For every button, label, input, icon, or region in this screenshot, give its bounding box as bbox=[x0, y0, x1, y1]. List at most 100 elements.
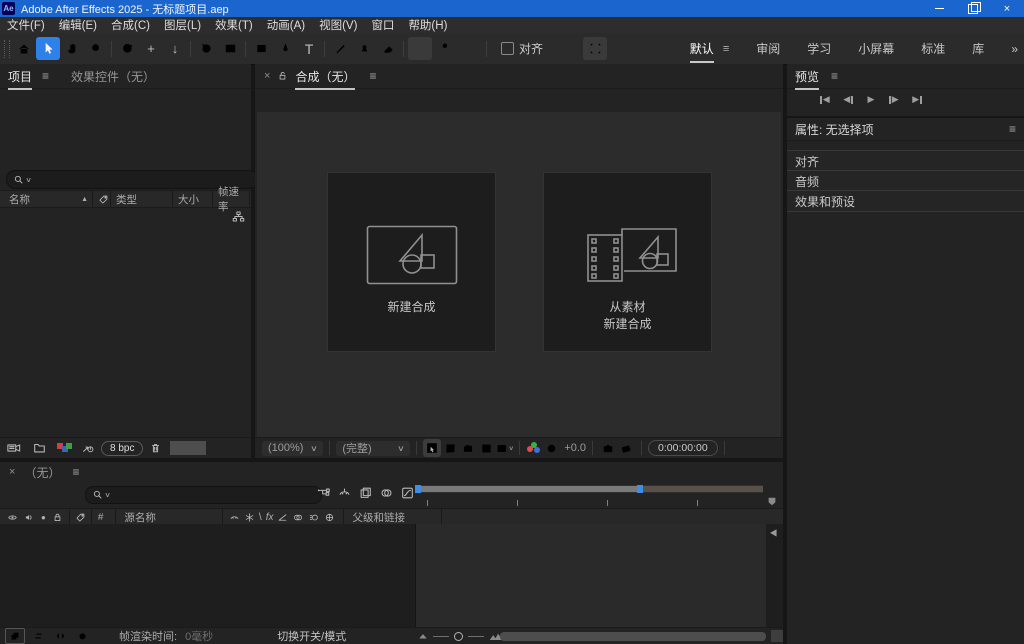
audio-icon[interactable] bbox=[23, 512, 35, 523]
zoom-slider-knob[interactable] bbox=[454, 632, 463, 641]
clone-stamp-tool[interactable] bbox=[352, 37, 376, 60]
snapshot-button[interactable] bbox=[599, 439, 617, 457]
toolbar-grip[interactable] bbox=[4, 40, 10, 58]
expand-layer-switches-button[interactable] bbox=[5, 628, 25, 644]
parent-link-column[interactable]: 父级和链接 bbox=[352, 510, 405, 525]
interpret-footage-button[interactable] bbox=[6, 441, 22, 455]
effects-switch-icon[interactable]: fx bbox=[266, 512, 274, 523]
tab-timeline[interactable]: （无） bbox=[24, 464, 60, 481]
rotation-tool[interactable] bbox=[194, 37, 218, 60]
snap-checkbox[interactable] bbox=[501, 42, 514, 55]
expand-render-time-button[interactable] bbox=[73, 629, 91, 643]
exposure-button[interactable] bbox=[542, 439, 560, 457]
label-column-icon[interactable] bbox=[75, 512, 86, 523]
snap-label[interactable]: 对齐 bbox=[519, 40, 543, 57]
collapse-transformations-icon[interactable] bbox=[244, 512, 255, 523]
trash-button[interactable] bbox=[149, 441, 162, 455]
pan-camera-tool[interactable]: + bbox=[139, 37, 163, 60]
project-settings-button[interactable] bbox=[57, 442, 72, 455]
rectangle-tool[interactable] bbox=[249, 37, 273, 60]
workspace-menu-icon[interactable]: ≡ bbox=[723, 43, 729, 55]
new-composition-card[interactable]: 新建合成 bbox=[327, 172, 496, 352]
restore-button[interactable] bbox=[956, 0, 990, 17]
column-frame-rate[interactable]: 帧速率 bbox=[212, 191, 250, 207]
camera-tool[interactable] bbox=[218, 37, 242, 60]
shrink-ui-button[interactable] bbox=[559, 37, 583, 60]
menu-view[interactable]: 视图(V) bbox=[312, 17, 364, 33]
shy-layers-button[interactable] bbox=[337, 486, 352, 500]
column-type[interactable]: 类型 bbox=[110, 191, 172, 207]
project-search-input[interactable] bbox=[31, 173, 205, 187]
timeline-panel-menu-icon[interactable]: ≡ bbox=[72, 465, 79, 479]
hand-tool[interactable] bbox=[60, 37, 84, 60]
previous-frame-button[interactable]: ◀ bbox=[840, 92, 856, 107]
menu-effect[interactable]: 效果(T) bbox=[208, 17, 260, 33]
rasterize-icon[interactable]: \ bbox=[259, 512, 262, 523]
preview-panel-menu-icon[interactable]: ≡ bbox=[831, 69, 838, 83]
properties-menu-icon[interactable]: ≡ bbox=[1009, 122, 1016, 136]
workspace-tab-default[interactable]: 默认 bbox=[690, 40, 714, 57]
toggle-switches-modes-button[interactable]: 切换开关/模式 bbox=[277, 628, 346, 644]
timeline-tab-close-icon[interactable]: × bbox=[9, 466, 15, 478]
threed-switch-icon[interactable] bbox=[324, 512, 335, 523]
selection-tool[interactable] bbox=[36, 37, 60, 60]
eraser-tool[interactable] bbox=[376, 37, 400, 60]
project-flowchart-icon[interactable] bbox=[232, 210, 245, 223]
collapse-arrow-icon[interactable] bbox=[766, 526, 779, 539]
motion-blur-switch-icon[interactable] bbox=[308, 512, 320, 523]
unlock-icon[interactable] bbox=[277, 70, 288, 82]
menu-edit[interactable]: 编辑(E) bbox=[52, 17, 104, 33]
solo-icon[interactable]: ● bbox=[41, 513, 46, 522]
expand-in-out-button[interactable] bbox=[51, 629, 69, 643]
effects-presets-panel-bar[interactable]: 效果和预设 bbox=[787, 190, 1024, 212]
view-axis-mode-button[interactable] bbox=[456, 37, 480, 60]
horizontal-scrollbar[interactable] bbox=[500, 632, 766, 641]
menu-window[interactable]: 窗口 bbox=[364, 17, 401, 33]
minimize-button[interactable] bbox=[922, 0, 956, 17]
tab-preview[interactable]: 预览 bbox=[795, 68, 819, 85]
expand-transfer-controls-button[interactable] bbox=[29, 629, 47, 643]
dolly-camera-tool[interactable]: ↓ bbox=[163, 37, 187, 60]
timeline-zoom-slider[interactable] bbox=[418, 632, 503, 641]
column-name[interactable]: 名称 ▲ bbox=[4, 191, 92, 207]
magnification-dropdown[interactable]: (100%)∨ bbox=[262, 441, 323, 456]
comp-tab-close-icon[interactable]: × bbox=[264, 70, 270, 82]
workspace-tab-standard[interactable]: 标准 bbox=[921, 40, 945, 57]
new-folder-button[interactable] bbox=[32, 441, 47, 455]
resolution-dropdown[interactable]: (完整)∨ bbox=[336, 441, 410, 456]
menu-layer[interactable]: 图层(L) bbox=[157, 17, 208, 33]
new-composition-from-footage-card[interactable]: 从素材 新建合成 bbox=[543, 172, 712, 352]
guides-button[interactable] bbox=[477, 439, 495, 457]
orbit-camera-tool[interactable] bbox=[115, 37, 139, 60]
frame-blending-button[interactable] bbox=[358, 486, 373, 500]
audio-panel-bar[interactable]: 音频 bbox=[787, 170, 1024, 191]
local-axis-mode-button[interactable] bbox=[408, 37, 432, 60]
close-button[interactable]: × bbox=[990, 0, 1024, 17]
project-panel-menu-icon[interactable]: ≡ bbox=[42, 69, 49, 83]
column-size[interactable]: 大小 bbox=[172, 191, 212, 207]
workspace-tab-review[interactable]: 审阅 bbox=[756, 40, 780, 57]
lock-icon[interactable] bbox=[52, 512, 63, 523]
brush-tool[interactable] bbox=[328, 37, 352, 60]
timeline-search-input[interactable] bbox=[110, 488, 274, 502]
tab-effect-controls[interactable]: 效果控件（无） bbox=[71, 68, 155, 85]
channel-settings-button[interactable] bbox=[526, 441, 542, 455]
zoom-tool[interactable] bbox=[84, 37, 108, 60]
column-label[interactable] bbox=[92, 191, 110, 207]
menu-composition[interactable]: 合成(C) bbox=[104, 17, 157, 33]
quality-switch-icon[interactable] bbox=[277, 512, 288, 523]
screenshot-region-button[interactable] bbox=[423, 439, 441, 457]
work-area-bar[interactable] bbox=[415, 485, 763, 493]
pen-tool[interactable] bbox=[273, 37, 297, 60]
tab-project[interactable]: 项目 bbox=[8, 68, 32, 85]
comp-marker-bin-icon[interactable] bbox=[766, 495, 778, 508]
time-navigator-bar[interactable] bbox=[421, 486, 637, 492]
graph-editor-button[interactable] bbox=[400, 486, 415, 500]
menu-animation[interactable]: 动画(A) bbox=[260, 17, 312, 33]
bit-depth-button[interactable]: 8 bpc bbox=[101, 441, 143, 456]
workspace-tab-libraries[interactable]: 库 bbox=[972, 40, 984, 57]
shy-switch-icon[interactable] bbox=[229, 512, 240, 523]
menu-help[interactable]: 帮助(H) bbox=[401, 17, 454, 33]
tab-composition[interactable]: 合成（无） bbox=[295, 68, 355, 85]
eye-icon[interactable] bbox=[6, 512, 19, 523]
